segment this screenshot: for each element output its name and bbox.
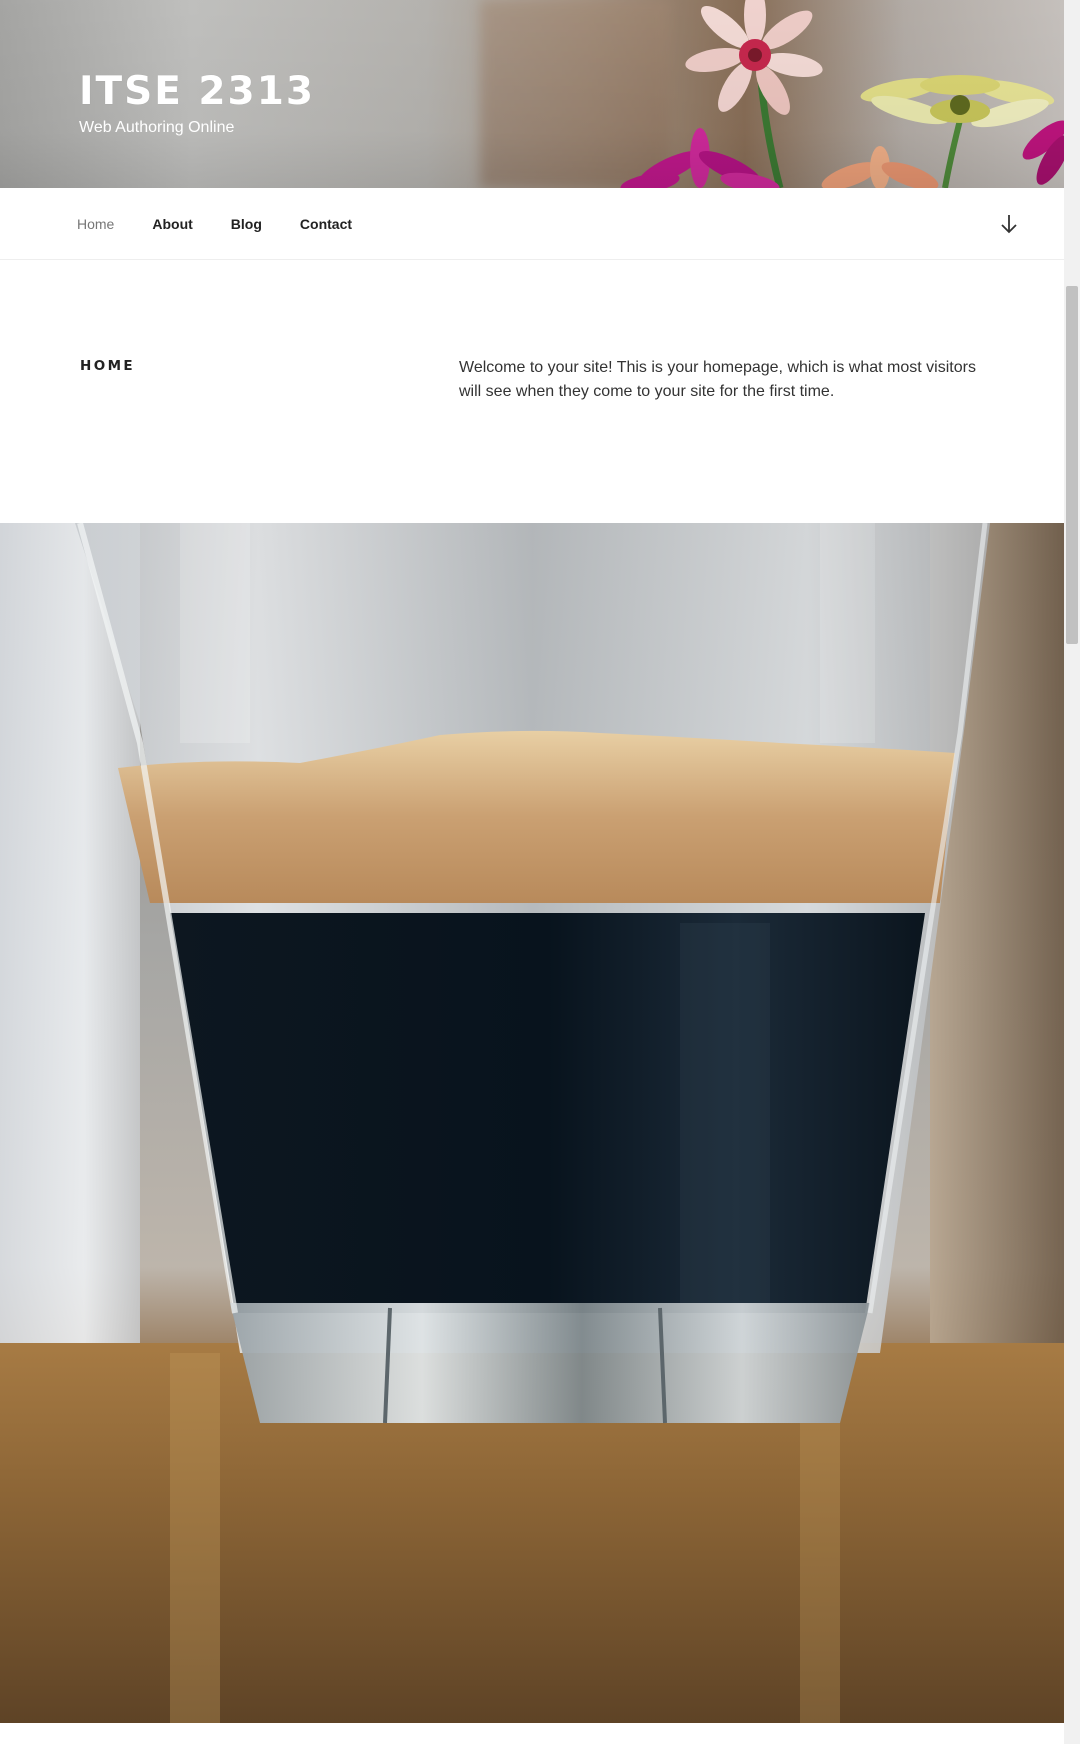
site-description: Web Authoring Online (79, 119, 235, 136)
site-branding: ITSE 2313 Web Authoring Online (79, 68, 315, 138)
main-navigation: Home About Blog Contact (0, 188, 1064, 260)
nav-item-blog[interactable]: Blog (231, 216, 262, 232)
arrow-down-icon[interactable] (998, 212, 1020, 236)
page-title: HOME (80, 358, 136, 374)
nav-item-contact[interactable]: Contact (300, 216, 352, 232)
site-header: ITSE 2313 Web Authoring Online (0, 0, 1064, 188)
nav-item-home[interactable]: Home (77, 216, 114, 232)
scrollbar-thumb[interactable] (1066, 286, 1078, 644)
footer-strip (0, 1723, 1064, 1744)
espresso-glass-image (0, 523, 1064, 1723)
page-body-text: Welcome to your site! This is your homep… (459, 359, 976, 400)
site-title[interactable]: ITSE 2313 (79, 68, 315, 116)
nav-item-about[interactable]: About (152, 216, 192, 232)
nav-menu: Home About Blog Contact (77, 188, 390, 259)
scrollbar-track[interactable] (1064, 0, 1080, 1744)
page-content: HOME Welcome to your site! This is your … (0, 260, 1064, 523)
